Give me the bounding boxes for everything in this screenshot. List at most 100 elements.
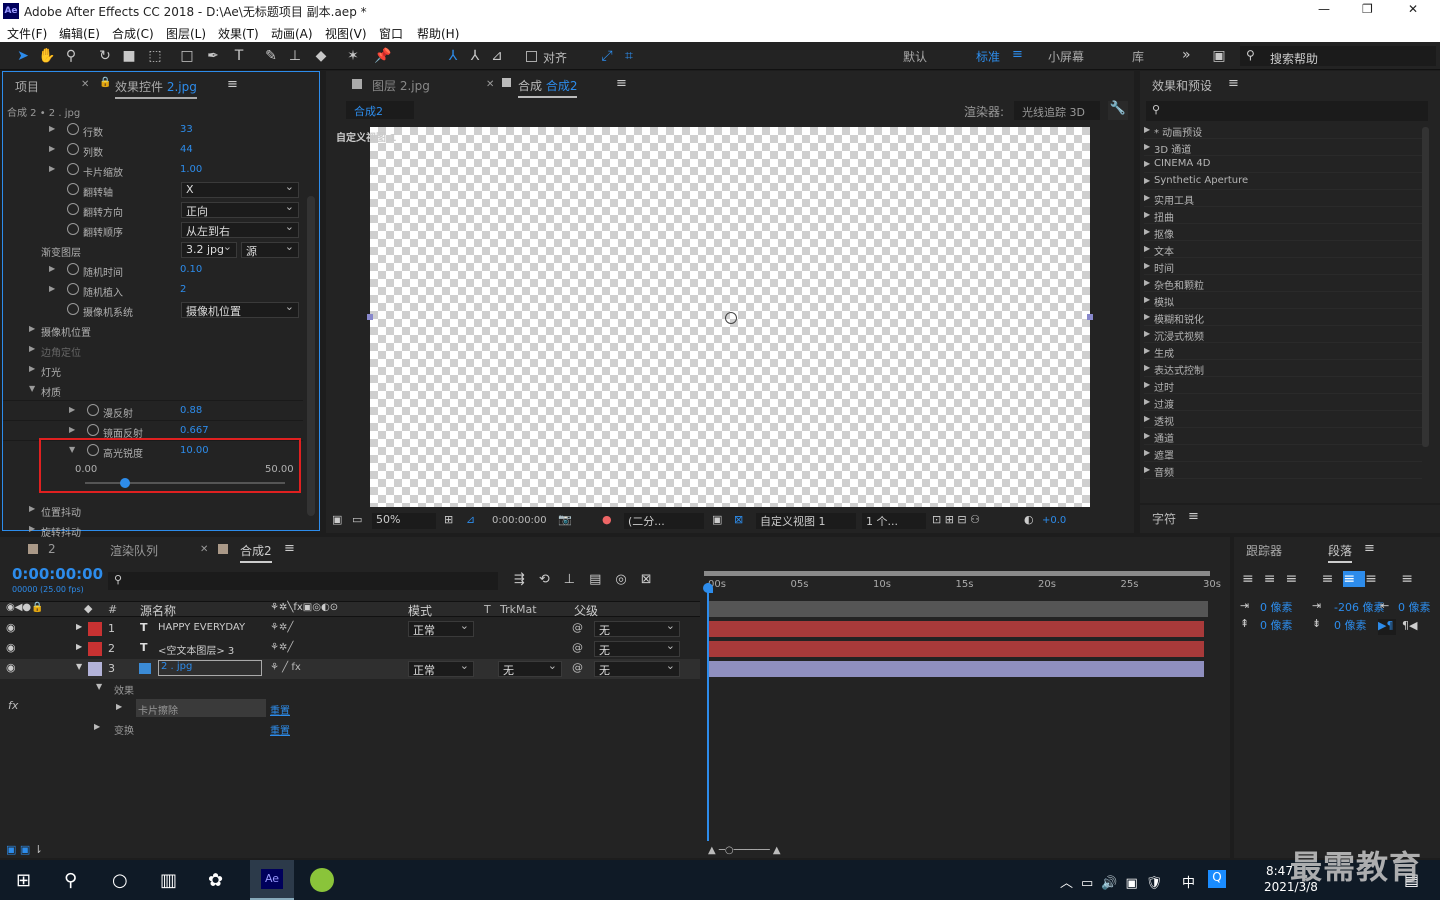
view-axis-icon[interactable]: ⊿ [488,47,506,65]
panel-menu-icon[interactable]: ≡ [616,76,627,91]
workspace-default[interactable]: 默认 [903,48,927,65]
stopwatch-icon[interactable] [67,143,79,155]
close-tab-icon[interactable]: ✕ [81,79,89,90]
twirl-closed-icon[interactable]: ▶ [49,124,55,133]
fit-icon[interactable]: ⊞ [444,513,453,526]
toggle-3d-icon[interactable]: ⊡ ⊞ ⊟ ⚇ [932,513,980,526]
puppet-pin-tool-icon[interactable]: 📌 [374,47,392,65]
camera-tool-icon[interactable]: ■ [120,47,138,65]
workspace-menu-icon[interactable]: ≡ [1012,47,1023,62]
minimize-button[interactable]: — [1318,2,1330,16]
pen-tool-icon[interactable]: ✒ [204,47,222,65]
layer-row[interactable]: ◉ ▼ 3 2 . jpg ⚘ ╱ fx 正常 无 @ 无 [0,659,700,679]
effects-search-field[interactable]: ⚲ [1146,101,1428,121]
stopwatch-icon[interactable] [67,163,79,175]
effect-property-row[interactable]: ▶ 行数 33 [3,120,303,140]
tab-render-queue[interactable]: 渲染队列 [110,542,158,559]
stopwatch-icon[interactable] [67,223,79,235]
stopwatch-icon[interactable] [87,404,99,416]
property-dropdown[interactable]: 3.2 jpg [181,240,237,258]
space-after-value[interactable]: 0 像素 [1334,617,1367,633]
indent-right-value[interactable]: 0 像素 [1398,599,1431,615]
snap-icon[interactable]: ⤢ [598,47,616,65]
tab-effect-controls[interactable]: 效果控件 2.jpg [115,78,197,99]
space-before-value[interactable]: 0 像素 [1260,617,1293,633]
property-dropdown[interactable]: 源 [241,240,299,258]
mode-dropdown[interactable]: 正常 [408,619,474,637]
twirl-closed-icon[interactable]: ▶ [49,144,55,153]
effect-property-row[interactable]: 翻转方向 正向 [3,200,303,220]
property-value[interactable]: 2 [180,284,186,295]
property-row[interactable]: ▼ 效果 [0,679,700,699]
cortana-icon[interactable]: ○ [112,870,128,891]
effect-category[interactable]: ▶ 透视 [1144,412,1422,428]
tab-paragraph[interactable]: 段落 [1328,542,1353,563]
eraser-tool-icon[interactable]: ◆ [312,47,330,65]
effect-property-row[interactable]: 翻转轴 X [3,180,303,200]
zoom-tool-icon[interactable]: ⚲ [62,47,80,65]
effect-property-row[interactable]: ▶ 灯光 [3,360,303,380]
menu-item[interactable]: 窗口 [379,25,403,42]
app-pinwheel-icon[interactable]: ✿ [208,870,223,891]
lock-icon[interactable] [502,78,511,87]
timeline-search-field[interactable]: ⚲ [108,572,498,590]
twirl-closed-icon[interactable]: ▶ [76,622,82,631]
twirl-closed-icon[interactable]: ▶ [29,344,35,353]
layer-label-color[interactable] [88,622,102,636]
property-row[interactable]: ▶ 卡片擦除 重置 [0,699,700,719]
effect-category[interactable]: ▶ 时间 [1144,259,1422,275]
clone-stamp-tool-icon[interactable]: ⊥ [286,47,304,65]
effect-category[interactable]: ▶ CINEMA 4D [1144,157,1422,173]
twirl-closed-icon[interactable]: ▶ [94,722,100,731]
effect-category[interactable]: ▶ 杂色和颗粒 [1144,276,1422,292]
snapshot-icon[interactable]: ▣ [332,513,342,526]
mode-dropdown[interactable]: 正常 [408,659,474,677]
tab-timeline-comp[interactable]: 合成2 [240,542,272,563]
scrollbar[interactable] [1422,127,1429,447]
property-dropdown[interactable]: X [181,180,299,198]
effect-category[interactable]: ▶ 过渡 [1144,395,1422,411]
rectangle-tool-icon[interactable]: □ [178,47,196,65]
stopwatch-icon[interactable] [67,283,79,295]
property-value[interactable]: 1.00 [180,164,202,175]
selection-tool-icon[interactable]: ➤ [14,47,32,65]
preview-icon[interactable]: ▭ [352,513,362,526]
twirl-open-icon[interactable]: ▼ [96,682,102,691]
panel-menu-icon[interactable]: ≡ [1188,509,1199,524]
effect-property-row[interactable]: ▶ 卡片缩放 1.00 [3,160,303,180]
effect-property-row[interactable]: ▶ 随机植入 2 [3,280,303,300]
layer-switches-icons[interactable]: ⚘✲╱ [270,642,293,653]
menu-item[interactable]: 帮助(H) [417,25,459,42]
menu-item[interactable]: 文件(F) [7,25,47,42]
effect-category[interactable]: ▶ 音频 [1144,463,1422,479]
anchor-point-icon[interactable] [725,312,737,324]
effect-property-row[interactable]: ▶ 随机时间 0.10 [3,260,303,280]
indent-left-value[interactable]: 0 像素 [1260,599,1293,615]
scrollbar[interactable] [307,196,315,516]
effect-category[interactable]: ▶ 模拟 [1144,293,1422,309]
parent-header[interactable]: 父级 [574,602,598,619]
resolution-dropdown[interactable]: (二分... [624,513,704,529]
property-value[interactable]: 44 [180,144,193,155]
panel-menu-icon[interactable]: ≡ [227,77,238,92]
views-dropdown[interactable]: 1 个... [862,513,926,529]
twirl-closed-icon[interactable]: ▶ [116,702,122,711]
effect-property-row[interactable]: 摄像机系统 摄像机位置 [3,300,303,320]
snap-grid-icon[interactable]: ⌗ [620,47,638,65]
effect-category[interactable]: ▶ 沉浸式视频 [1144,327,1422,343]
layer-row[interactable]: ◉ ▶ 1 T HAPPY EVERYDAY ⚘✲╱ 正常 @ 无 [0,619,700,639]
type-tool-icon[interactable]: T [230,47,248,65]
trkmat-dropdown[interactable]: 无 [498,659,562,677]
menu-item[interactable]: 图层(L) [166,25,206,42]
twirl-closed-icon[interactable]: ▶ [29,364,35,373]
parent-dropdown[interactable]: 无 [594,639,680,657]
current-time[interactable]: 0:00:00:00 [492,515,547,526]
effect-property-row[interactable]: ▼ 材质 [3,380,303,400]
stopwatch-icon[interactable] [67,123,79,135]
handle-left[interactable] [367,314,373,320]
layer-name[interactable]: HAPPY EVERYDAY [158,622,245,633]
direction-ltr-icon[interactable]: ▶¶ [1378,619,1396,635]
property-dropdown[interactable]: 正向 [181,200,299,218]
windows-start-icon[interactable]: ⊞ [16,870,31,891]
layer-name[interactable]: 2 . jpg [158,660,262,676]
